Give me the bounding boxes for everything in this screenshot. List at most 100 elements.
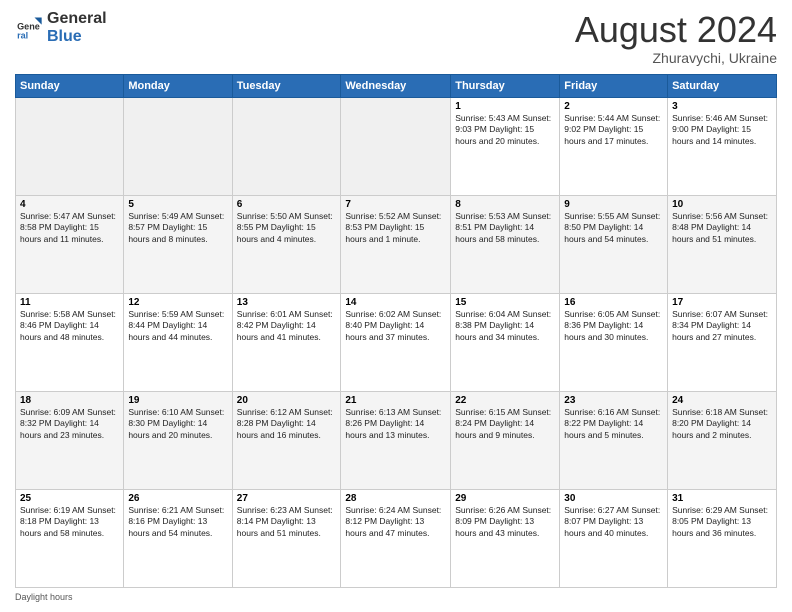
day-header-saturday: Saturday (668, 74, 777, 97)
calendar-cell: 2Sunrise: 5:44 AM Sunset: 9:02 PM Daylig… (560, 97, 668, 195)
logo-blue-text: Blue (47, 28, 107, 46)
day-info: Sunrise: 6:07 AM Sunset: 8:34 PM Dayligh… (672, 309, 772, 343)
day-info: Sunrise: 6:18 AM Sunset: 8:20 PM Dayligh… (672, 407, 772, 441)
calendar-cell: 24Sunrise: 6:18 AM Sunset: 8:20 PM Dayli… (668, 391, 777, 489)
calendar-cell: 3Sunrise: 5:46 AM Sunset: 9:00 PM Daylig… (668, 97, 777, 195)
calendar-cell: 29Sunrise: 6:26 AM Sunset: 8:09 PM Dayli… (451, 489, 560, 587)
footer-note: Daylight hours (15, 592, 777, 602)
day-info: Sunrise: 5:58 AM Sunset: 8:46 PM Dayligh… (20, 309, 119, 343)
calendar-cell (232, 97, 341, 195)
day-info: Sunrise: 5:55 AM Sunset: 8:50 PM Dayligh… (564, 211, 663, 245)
title-block: August 2024 Zhuravychi, Ukraine (575, 10, 777, 66)
day-info: Sunrise: 6:27 AM Sunset: 8:07 PM Dayligh… (564, 505, 663, 539)
day-info: Sunrise: 5:47 AM Sunset: 8:58 PM Dayligh… (20, 211, 119, 245)
calendar-cell: 18Sunrise: 6:09 AM Sunset: 8:32 PM Dayli… (16, 391, 124, 489)
day-number: 15 (455, 297, 555, 308)
day-number: 8 (455, 199, 555, 210)
day-number: 3 (672, 101, 772, 112)
calendar-cell: 1Sunrise: 5:43 AM Sunset: 9:03 PM Daylig… (451, 97, 560, 195)
logo-general-text: General (47, 10, 107, 28)
day-info: Sunrise: 6:05 AM Sunset: 8:36 PM Dayligh… (564, 309, 663, 343)
day-number: 19 (128, 395, 227, 406)
day-info: Sunrise: 5:52 AM Sunset: 8:53 PM Dayligh… (345, 211, 446, 245)
day-number: 29 (455, 493, 555, 504)
calendar-cell (341, 97, 451, 195)
day-info: Sunrise: 6:01 AM Sunset: 8:42 PM Dayligh… (237, 309, 337, 343)
header: Gene ral General Blue August 2024 Zhurav… (15, 10, 777, 66)
day-info: Sunrise: 6:09 AM Sunset: 8:32 PM Dayligh… (20, 407, 119, 441)
day-number: 6 (237, 199, 337, 210)
day-number: 13 (237, 297, 337, 308)
calendar-week-3: 11Sunrise: 5:58 AM Sunset: 8:46 PM Dayli… (16, 293, 777, 391)
logo-text: General Blue (47, 10, 107, 45)
month-title: August 2024 (575, 10, 777, 50)
calendar-cell: 21Sunrise: 6:13 AM Sunset: 8:26 PM Dayli… (341, 391, 451, 489)
day-info: Sunrise: 5:53 AM Sunset: 8:51 PM Dayligh… (455, 211, 555, 245)
day-number: 9 (564, 199, 663, 210)
day-info: Sunrise: 6:02 AM Sunset: 8:40 PM Dayligh… (345, 309, 446, 343)
day-info: Sunrise: 6:19 AM Sunset: 8:18 PM Dayligh… (20, 505, 119, 539)
calendar-cell: 6Sunrise: 5:50 AM Sunset: 8:55 PM Daylig… (232, 195, 341, 293)
day-number: 4 (20, 199, 119, 210)
day-info: Sunrise: 5:43 AM Sunset: 9:03 PM Dayligh… (455, 113, 555, 147)
calendar-cell: 14Sunrise: 6:02 AM Sunset: 8:40 PM Dayli… (341, 293, 451, 391)
day-number: 18 (20, 395, 119, 406)
day-header-monday: Monday (124, 74, 232, 97)
day-info: Sunrise: 6:29 AM Sunset: 8:05 PM Dayligh… (672, 505, 772, 539)
calendar-cell: 13Sunrise: 6:01 AM Sunset: 8:42 PM Dayli… (232, 293, 341, 391)
day-number: 14 (345, 297, 446, 308)
day-number: 20 (237, 395, 337, 406)
day-header-sunday: Sunday (16, 74, 124, 97)
page: Gene ral General Blue August 2024 Zhurav… (0, 0, 792, 612)
calendar-cell: 16Sunrise: 6:05 AM Sunset: 8:36 PM Dayli… (560, 293, 668, 391)
day-number: 23 (564, 395, 663, 406)
calendar-cell: 4Sunrise: 5:47 AM Sunset: 8:58 PM Daylig… (16, 195, 124, 293)
calendar-cell: 9Sunrise: 5:55 AM Sunset: 8:50 PM Daylig… (560, 195, 668, 293)
day-info: Sunrise: 6:16 AM Sunset: 8:22 PM Dayligh… (564, 407, 663, 441)
day-number: 22 (455, 395, 555, 406)
day-info: Sunrise: 6:21 AM Sunset: 8:16 PM Dayligh… (128, 505, 227, 539)
day-number: 28 (345, 493, 446, 504)
day-info: Sunrise: 6:10 AM Sunset: 8:30 PM Dayligh… (128, 407, 227, 441)
calendar-week-4: 18Sunrise: 6:09 AM Sunset: 8:32 PM Dayli… (16, 391, 777, 489)
day-info: Sunrise: 6:13 AM Sunset: 8:26 PM Dayligh… (345, 407, 446, 441)
calendar-cell: 26Sunrise: 6:21 AM Sunset: 8:16 PM Dayli… (124, 489, 232, 587)
day-info: Sunrise: 6:23 AM Sunset: 8:14 PM Dayligh… (237, 505, 337, 539)
calendar-cell: 11Sunrise: 5:58 AM Sunset: 8:46 PM Dayli… (16, 293, 124, 391)
day-number: 1 (455, 101, 555, 112)
day-number: 31 (672, 493, 772, 504)
day-number: 10 (672, 199, 772, 210)
day-info: Sunrise: 6:26 AM Sunset: 8:09 PM Dayligh… (455, 505, 555, 539)
calendar-cell: 20Sunrise: 6:12 AM Sunset: 8:28 PM Dayli… (232, 391, 341, 489)
calendar-cell: 31Sunrise: 6:29 AM Sunset: 8:05 PM Dayli… (668, 489, 777, 587)
day-info: Sunrise: 6:12 AM Sunset: 8:28 PM Dayligh… (237, 407, 337, 441)
calendar-cell (16, 97, 124, 195)
calendar-cell: 15Sunrise: 6:04 AM Sunset: 8:38 PM Dayli… (451, 293, 560, 391)
calendar-cell: 5Sunrise: 5:49 AM Sunset: 8:57 PM Daylig… (124, 195, 232, 293)
calendar-cell: 19Sunrise: 6:10 AM Sunset: 8:30 PM Dayli… (124, 391, 232, 489)
day-number: 12 (128, 297, 227, 308)
calendar-cell: 12Sunrise: 5:59 AM Sunset: 8:44 PM Dayli… (124, 293, 232, 391)
logo-icon: Gene ral (15, 14, 43, 42)
day-number: 16 (564, 297, 663, 308)
calendar-cell: 23Sunrise: 6:16 AM Sunset: 8:22 PM Dayli… (560, 391, 668, 489)
day-number: 17 (672, 297, 772, 308)
day-info: Sunrise: 5:49 AM Sunset: 8:57 PM Dayligh… (128, 211, 227, 245)
calendar-cell: 17Sunrise: 6:07 AM Sunset: 8:34 PM Dayli… (668, 293, 777, 391)
calendar-header-row: SundayMondayTuesdayWednesdayThursdayFrid… (16, 74, 777, 97)
day-info: Sunrise: 6:04 AM Sunset: 8:38 PM Dayligh… (455, 309, 555, 343)
day-number: 30 (564, 493, 663, 504)
calendar-week-1: 1Sunrise: 5:43 AM Sunset: 9:03 PM Daylig… (16, 97, 777, 195)
day-info: Sunrise: 5:59 AM Sunset: 8:44 PM Dayligh… (128, 309, 227, 343)
day-info: Sunrise: 5:46 AM Sunset: 9:00 PM Dayligh… (672, 113, 772, 147)
svg-text:ral: ral (17, 30, 28, 40)
day-info: Sunrise: 6:24 AM Sunset: 8:12 PM Dayligh… (345, 505, 446, 539)
calendar-cell: 30Sunrise: 6:27 AM Sunset: 8:07 PM Dayli… (560, 489, 668, 587)
day-number: 21 (345, 395, 446, 406)
day-number: 5 (128, 199, 227, 210)
day-number: 11 (20, 297, 119, 308)
day-info: Sunrise: 5:56 AM Sunset: 8:48 PM Dayligh… (672, 211, 772, 245)
location-subtitle: Zhuravychi, Ukraine (575, 50, 777, 66)
calendar-cell: 8Sunrise: 5:53 AM Sunset: 8:51 PM Daylig… (451, 195, 560, 293)
day-info: Sunrise: 5:44 AM Sunset: 9:02 PM Dayligh… (564, 113, 663, 147)
